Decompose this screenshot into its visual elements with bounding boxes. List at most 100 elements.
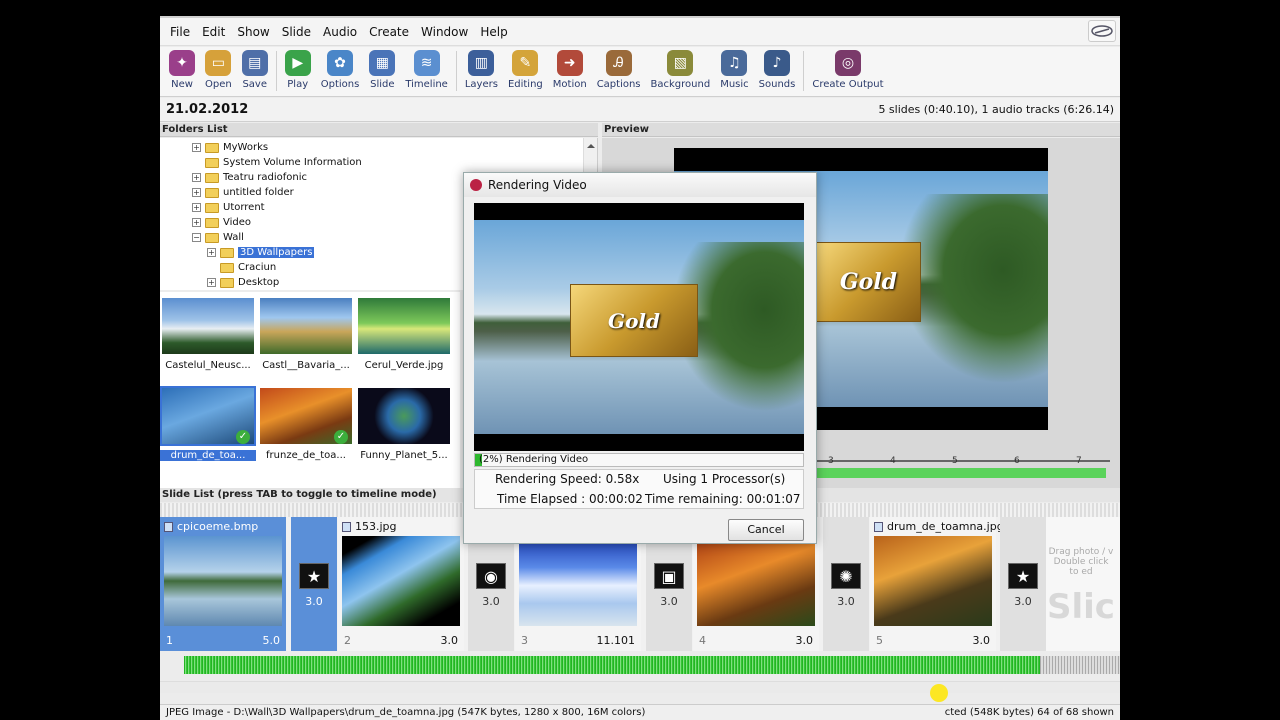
- slide-duration: 5.0: [262, 634, 281, 647]
- folder-item[interactable]: + Teatru radiofonic: [192, 170, 307, 185]
- folder-item[interactable]: + Desktop: [207, 275, 279, 290]
- slide-duration: 3.0: [440, 634, 459, 647]
- menu-help[interactable]: Help: [474, 25, 513, 39]
- dialog-title-bar[interactable]: Rendering Video: [464, 173, 816, 197]
- transition-duration: 3.0: [837, 595, 855, 608]
- toolbar-layers-button[interactable]: ▥ Layers: [460, 47, 503, 90]
- expand-icon[interactable]: +: [192, 143, 201, 152]
- thumbnail-item[interactable]: frunze_de_toa... ✓: [258, 386, 354, 472]
- expand-icon[interactable]: +: [207, 248, 216, 257]
- toolbar-label: Layers: [464, 79, 498, 90]
- cancel-button[interactable]: Cancel: [728, 519, 804, 541]
- folder-item[interactable]: System Volume Information: [192, 155, 362, 170]
- thumbnail-caption: Cerul_Verde.jpg: [364, 360, 444, 371]
- scroll-up-icon[interactable]: [584, 139, 598, 153]
- slide-number: 3: [521, 634, 528, 647]
- folder-item[interactable]: +3D Wallpapers: [207, 245, 315, 260]
- app-logo-icon[interactable]: [1088, 20, 1116, 42]
- expand-icon[interactable]: +: [192, 173, 201, 182]
- toolbar-label: Open: [205, 79, 232, 90]
- toolbar-background-button[interactable]: ▧ Background: [646, 47, 716, 90]
- thumbnail-item[interactable]: drum_de_toa... ✓: [160, 386, 256, 472]
- folder-icon: [220, 262, 234, 273]
- expand-icon[interactable]: +: [192, 188, 201, 197]
- star-transition-icon: ★: [1008, 563, 1038, 589]
- collapse-icon[interactable]: −: [192, 233, 201, 242]
- toolbar-save-button[interactable]: ▤ Save: [237, 47, 273, 90]
- toolbar-create-output-button[interactable]: ◎ Create Output: [807, 47, 888, 90]
- slide-item[interactable]: drum_de_toamna.jpg 5 3.0: [870, 517, 1004, 651]
- folder-icon: [205, 142, 219, 153]
- toolbar-captions-button[interactable]: Ꭿ Captions: [592, 47, 646, 90]
- slide-thumbnail: [519, 536, 637, 626]
- expand-icon[interactable]: +: [207, 278, 216, 287]
- folder-item[interactable]: + Video: [192, 215, 251, 230]
- toolbar-music-button[interactable]: ♫ Music: [715, 47, 753, 90]
- thumbnail-item[interactable]: Castl__Bavaria_...: [258, 296, 354, 382]
- toolbar-editing-button[interactable]: ✎ Editing: [503, 47, 548, 90]
- thumbnail-image: [358, 298, 450, 354]
- slide-duration: 11.101: [596, 634, 636, 647]
- toolbar-timeline-button[interactable]: ≋ Timeline: [400, 47, 453, 90]
- menu-show[interactable]: Show: [231, 25, 275, 39]
- toolbar-sounds-button[interactable]: ♪ Sounds: [754, 47, 801, 90]
- audio-track[interactable]: [184, 656, 1120, 674]
- drag-hint[interactable]: Drag photo / v Double click to ed Slic: [1042, 517, 1120, 651]
- toolbar-options-button[interactable]: ✿ Options: [316, 47, 365, 90]
- toolbar-play-button[interactable]: ▶ Play: [280, 47, 316, 90]
- expand-icon[interactable]: +: [192, 218, 201, 227]
- mouse-cursor-highlight: [930, 684, 948, 702]
- folder-icon: [220, 277, 234, 288]
- menu-audio[interactable]: Audio: [317, 25, 363, 39]
- folder-item[interactable]: + untitled folder: [192, 185, 294, 200]
- folder-item[interactable]: − Wall: [192, 230, 244, 245]
- slide-item[interactable]: 153.jpg 2 3.0: [338, 517, 464, 651]
- horizontal-scrollbar[interactable]: [160, 681, 1120, 693]
- transition-item[interactable]: ★ 3.0: [1000, 517, 1046, 651]
- toolbar-motion-button[interactable]: ➜ Motion: [548, 47, 592, 90]
- transition-item[interactable]: ✺ 3.0: [823, 517, 869, 651]
- toolbar-slide-button[interactable]: ▦ Slide: [364, 47, 400, 90]
- menu-window[interactable]: Window: [415, 25, 474, 39]
- transition-item[interactable]: ★ 3.0: [291, 517, 337, 651]
- preview-timeline-track[interactable]: [816, 468, 1106, 478]
- toolbar-new-button[interactable]: ✦ New: [164, 47, 200, 90]
- slide-thumbnail: [697, 536, 815, 626]
- options-icon: ✿: [327, 50, 354, 76]
- screen-border: [160, 0, 610, 16]
- toolbar-open-button[interactable]: ▭ Open: [200, 47, 237, 90]
- slide-filename: cpicoeme.bmp: [177, 520, 259, 533]
- toolbar-label: Play: [287, 79, 309, 90]
- render-processors: Using 1 Processor(s): [663, 472, 786, 486]
- ruler-tick-label: 4: [890, 456, 896, 466]
- toolbar-label: Background: [650, 79, 711, 90]
- folder-item[interactable]: + Utorrent: [192, 200, 265, 215]
- folders-header: Folders List: [160, 123, 598, 137]
- time-remaining: Time remaining: 00:01:07: [645, 492, 801, 506]
- folder-item[interactable]: Craciun: [207, 260, 276, 275]
- drag-hint-line1: Drag photo / v: [1048, 547, 1114, 557]
- transition-duration: 3.0: [1014, 595, 1032, 608]
- menu-file[interactable]: File: [164, 25, 196, 39]
- dialog-app-icon: [470, 179, 482, 191]
- toolbar-label: Create Output: [812, 79, 884, 90]
- menu-create[interactable]: Create: [363, 25, 415, 39]
- slide-item[interactable]: cpicoeme.bmp 1 5.0: [160, 517, 286, 651]
- folder-icon: [205, 217, 219, 228]
- menu-edit[interactable]: Edit: [196, 25, 231, 39]
- thumbnail-caption: drum_de_toa...: [160, 450, 256, 461]
- play-icon: ▶: [284, 50, 311, 76]
- folder-icon: [220, 247, 234, 258]
- expand-icon[interactable]: +: [192, 203, 201, 212]
- slide-number: 2: [344, 634, 351, 647]
- thumbnail-item[interactable]: Funny_Planet_5...: [356, 386, 452, 472]
- status-bar: JPEG Image - D:\Wall\3D Wallpapers\drum_…: [160, 704, 1120, 720]
- thumbnail-item[interactable]: Castelul_Neusc...: [160, 296, 256, 382]
- star-transition-icon: ★: [299, 563, 329, 589]
- thumbnail-item[interactable]: Cerul_Verde.jpg: [356, 296, 452, 382]
- folder-item[interactable]: + MyWorks: [192, 140, 268, 155]
- folder-label: 3D Wallpapers: [238, 247, 315, 258]
- dialog-title: Rendering Video: [488, 178, 587, 192]
- menu-slide[interactable]: Slide: [276, 25, 317, 39]
- fade-transition-icon: ◉: [476, 563, 506, 589]
